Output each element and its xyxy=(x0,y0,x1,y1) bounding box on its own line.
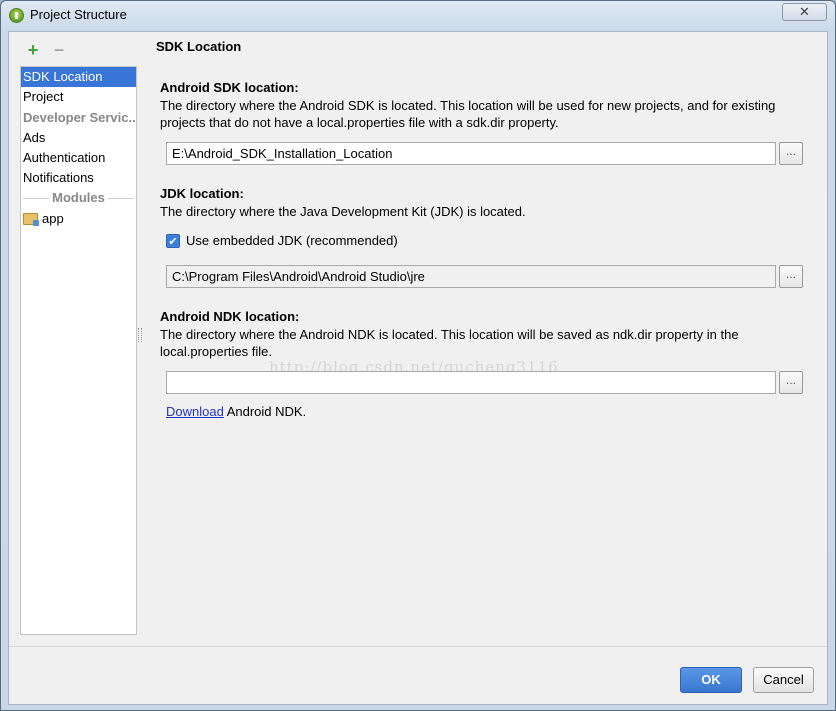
ndk-location-field[interactable] xyxy=(166,371,776,394)
sdk-location-field[interactable]: E:\Android_SDK_Installation_Location xyxy=(166,142,776,165)
android-studio-icon xyxy=(9,8,24,23)
download-ndk-link[interactable]: Download xyxy=(166,404,224,419)
section-title: SDK Location xyxy=(156,39,242,54)
jdk-location-label: JDK location: xyxy=(160,186,244,201)
jdk-location-description: The directory where the Java Development… xyxy=(160,204,526,219)
ndk-location-label: Android NDK location: xyxy=(160,309,300,324)
embedded-jdk-label[interactable]: Use embedded JDK (recommended) xyxy=(186,233,398,248)
module-folder-icon xyxy=(23,213,39,226)
window-title: Project Structure xyxy=(30,7,127,22)
splitter-handle[interactable] xyxy=(138,328,142,342)
close-button[interactable]: ✕ xyxy=(782,3,827,21)
embedded-jdk-checkbox[interactable]: ✔ xyxy=(166,233,180,248)
sdk-location-label: Android SDK location: xyxy=(160,80,299,95)
project-structure-dialog: Project Structure ✕ + − SDK Location Pro… xyxy=(0,0,836,711)
download-ndk-row: Download Android NDK. xyxy=(166,404,306,419)
title-bar[interactable]: Project Structure ✕ xyxy=(1,1,835,29)
remove-icon[interactable]: − xyxy=(51,41,67,59)
add-icon[interactable]: + xyxy=(25,41,41,59)
sdk-location-description: The directory where the Android SDK is l… xyxy=(160,98,776,130)
footer-divider xyxy=(9,646,827,647)
sidebar-item-app[interactable]: app xyxy=(21,208,136,230)
sidebar-item-app-label: app xyxy=(42,211,64,226)
sidebar-item-ads[interactable]: Ads xyxy=(21,128,136,148)
sidebar-item-sdk-location[interactable]: SDK Location xyxy=(21,67,136,87)
sidebar: SDK Location Project Developer Servic...… xyxy=(20,66,137,635)
sidebar-item-notifications[interactable]: Notifications xyxy=(21,168,136,188)
sidebar-item-project[interactable]: Project xyxy=(21,87,136,107)
ok-button[interactable]: OK xyxy=(680,667,742,693)
ndk-browse-button[interactable]: ... xyxy=(779,371,803,394)
sdk-browse-button[interactable]: ... xyxy=(779,142,803,165)
cancel-button[interactable]: Cancel xyxy=(753,667,814,693)
download-ndk-suffix: Android NDK. xyxy=(223,404,307,419)
jdk-browse-button[interactable]: ... xyxy=(779,265,803,288)
modules-header: Modules xyxy=(21,188,136,208)
dialog-body: + − SDK Location Project Developer Servi… xyxy=(8,31,828,705)
jdk-location-field[interactable]: C:\Program Files\Android\Android Studio\… xyxy=(166,265,776,288)
sidebar-item-authentication[interactable]: Authentication xyxy=(21,148,136,168)
ndk-location-description: The directory where the Android NDK is l… xyxy=(160,327,739,359)
embedded-jdk-option: ✔ Use embedded JDK (recommended) xyxy=(166,233,398,248)
sidebar-group-developer-services: Developer Servic... xyxy=(23,110,136,125)
